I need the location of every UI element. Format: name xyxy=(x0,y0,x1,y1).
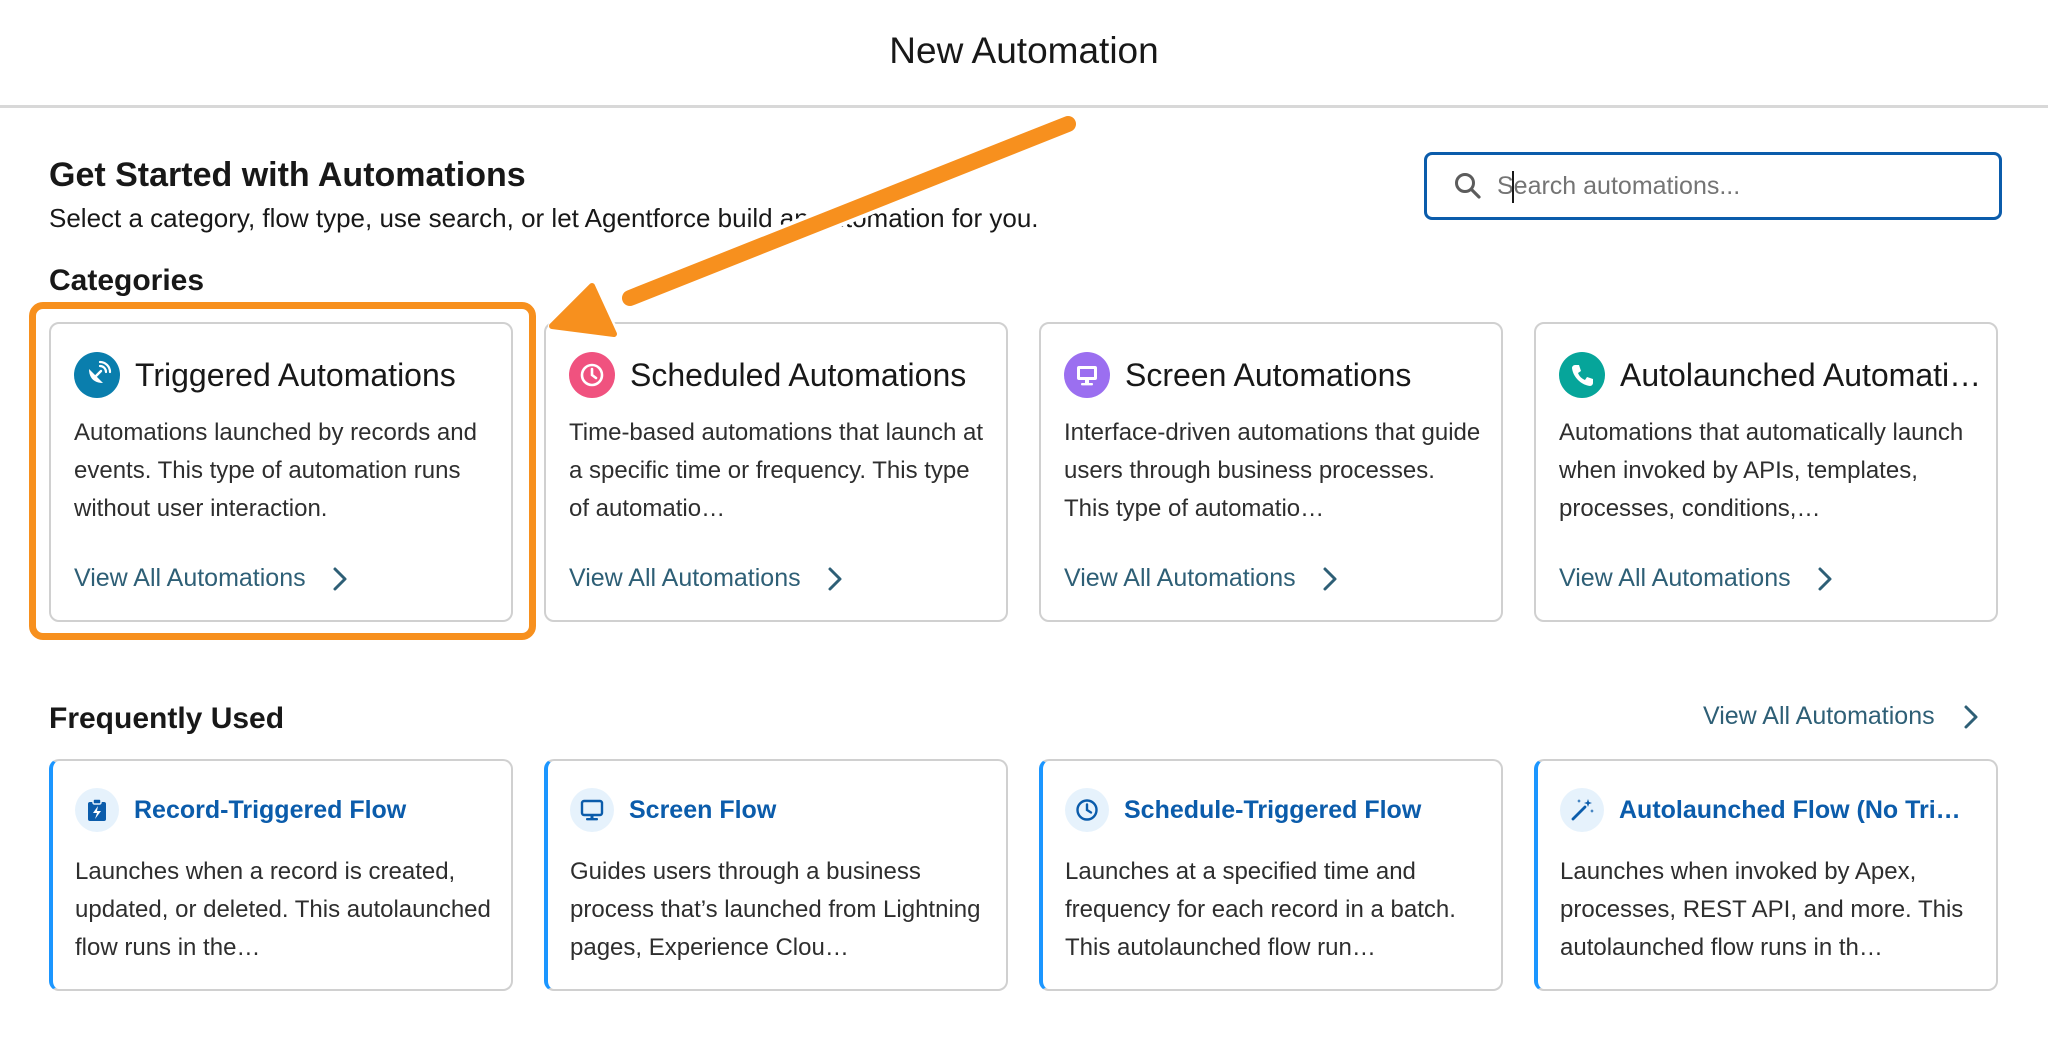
category-description: Automations launched by records and even… xyxy=(74,419,477,522)
link-label: View All Automations xyxy=(1559,564,1791,592)
modal-header: New Automation xyxy=(0,0,2048,108)
link-label: View All Automations xyxy=(74,564,306,592)
view-all-automations-link[interactable]: View All Automations xyxy=(74,564,348,593)
intro-title: Get Started with Automations xyxy=(49,156,526,194)
flow-card-autolaunched[interactable]: Autolaunched Flow (No Tri… Launches when… xyxy=(1534,759,1998,991)
link-label: View All Automations xyxy=(569,564,801,592)
monitor-icon xyxy=(1064,352,1110,398)
flow-title: Record-Triggered Flow xyxy=(134,795,407,824)
category-card-triggered[interactable]: Triggered Automations Automations launch… xyxy=(49,322,513,622)
view-all-automations-link[interactable]: View All Automations xyxy=(1559,564,1833,593)
category-description: Interface-driven automations that guide … xyxy=(1064,419,1481,522)
link-label: View All Automations xyxy=(1703,702,1935,730)
chevron-right-icon xyxy=(333,567,347,590)
clipboard-bolt-icon xyxy=(75,788,119,832)
category-card-scheduled[interactable]: Scheduled Automations Time-based automat… xyxy=(544,322,1008,622)
flow-card-screen[interactable]: Screen Flow Guides users through a busin… xyxy=(544,759,1008,991)
flow-description: Launches at a specified time and frequen… xyxy=(1065,858,1456,961)
magic-wand-icon xyxy=(1560,788,1604,832)
clock-icon xyxy=(1065,788,1109,832)
text-cursor xyxy=(1512,171,1514,203)
link-label: View All Automations xyxy=(1064,564,1296,592)
chevron-right-icon xyxy=(828,567,842,590)
search-box[interactable] xyxy=(1424,152,2002,220)
flow-card-record-triggered[interactable]: Record-Triggered Flow Launches when a re… xyxy=(49,759,513,991)
flow-title: Schedule-Triggered Flow xyxy=(1124,795,1422,824)
phone-icon xyxy=(1559,352,1605,398)
search-icon xyxy=(1455,173,1481,199)
intro-section: Get Started with Automations Select a ca… xyxy=(49,156,1039,234)
flow-description: Guides users through a business process … xyxy=(570,858,981,961)
category-title: Screen Automations xyxy=(1125,356,1412,393)
frequently-used-title: Frequently Used xyxy=(49,702,285,735)
category-description: Time-based automations that launch at a … xyxy=(569,419,984,522)
categories-title: Categories xyxy=(49,264,205,297)
flow-card-schedule-triggered[interactable]: Schedule-Triggered Flow Launches at a sp… xyxy=(1039,759,1503,991)
flow-description: Launches when a record is created, updat… xyxy=(75,858,491,961)
page-title: New Automation xyxy=(889,30,1159,71)
category-title: Scheduled Automations xyxy=(630,356,967,393)
view-all-automations-link[interactable]: View All Automations xyxy=(1064,564,1338,593)
flow-title: Screen Flow xyxy=(629,795,777,824)
frequently-used-view-all-link[interactable]: View All Automations xyxy=(1703,702,1979,731)
category-title: Autolaunched Automati… xyxy=(1620,356,1982,393)
view-all-automations-link[interactable]: View All Automations xyxy=(569,564,843,593)
category-card-autolaunched[interactable]: Autolaunched Automati… Automations that … xyxy=(1534,322,1998,622)
intro-subtitle: Select a category, flow type, use search… xyxy=(49,203,1039,233)
satellite-icon xyxy=(74,352,120,398)
chevron-right-icon xyxy=(1964,705,1978,728)
chevron-right-icon xyxy=(1323,567,1337,590)
category-card-screen[interactable]: Screen Automations Interface-driven auto… xyxy=(1039,322,1503,622)
monitor-icon xyxy=(570,788,614,832)
chevron-right-icon xyxy=(1818,567,1832,590)
clock-icon xyxy=(569,352,615,398)
flow-description: Launches when invoked by Apex, processes… xyxy=(1560,858,1964,961)
category-title: Triggered Automations xyxy=(135,356,456,393)
search-input[interactable] xyxy=(1497,171,1977,201)
category-description: Automations that automatically launch wh… xyxy=(1559,419,1964,522)
flow-title: Autolaunched Flow (No Tri… xyxy=(1619,795,1961,824)
